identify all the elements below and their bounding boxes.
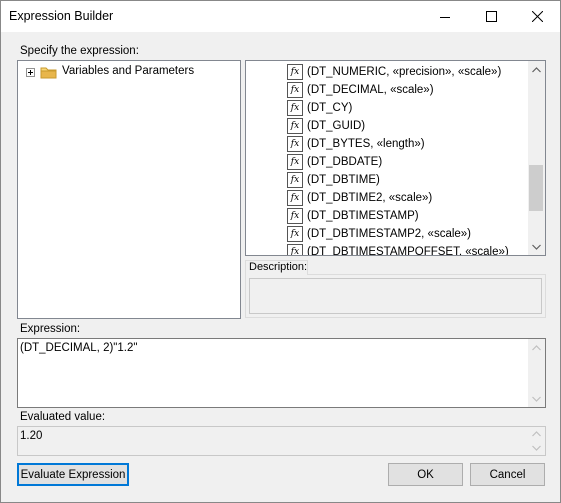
fx-icon: fx bbox=[287, 226, 303, 242]
function-item[interactable]: fx (DT_BYTES, «length») bbox=[287, 135, 425, 153]
folder-icon bbox=[40, 67, 57, 79]
fx-icon: fx bbox=[287, 190, 303, 206]
scroll-down-button[interactable] bbox=[528, 238, 545, 255]
chevron-up-icon bbox=[532, 66, 541, 72]
minimize-button[interactable] bbox=[422, 1, 468, 32]
scroll-thumb[interactable] bbox=[529, 165, 543, 211]
function-item[interactable]: fx (DT_DBTIME2, «scale») bbox=[287, 189, 432, 207]
evaluated-scrollbar bbox=[528, 427, 545, 455]
scroll-up-button[interactable] bbox=[528, 61, 545, 78]
function-item[interactable]: fx (DT_DECIMAL, «scale») bbox=[287, 81, 434, 99]
function-item[interactable]: fx (DT_CY) bbox=[287, 99, 352, 117]
expression-input[interactable]: (DT_DECIMAL, 2)"1.2" bbox=[17, 338, 546, 408]
expression-builder-dialog: Expression Builder Specify the expressio… bbox=[0, 0, 561, 503]
functions-list[interactable]: fx (DT_NUMERIC, «precision», «scale») fx(… bbox=[245, 60, 546, 256]
evaluated-value-label: Evaluated value: bbox=[20, 411, 106, 423]
close-button[interactable] bbox=[514, 1, 560, 32]
fx-icon: fx bbox=[287, 100, 303, 116]
evaluate-expression-button[interactable]: Evaluate Expression bbox=[17, 463, 129, 486]
close-icon bbox=[531, 11, 543, 22]
functions-scrollbar[interactable] bbox=[528, 61, 545, 255]
fx-icon: fx bbox=[287, 244, 303, 255]
fx-icon: fx bbox=[287, 118, 303, 134]
fx-icon: fx bbox=[287, 136, 303, 152]
scroll-up-button[interactable] bbox=[528, 339, 545, 356]
maximize-icon bbox=[485, 11, 497, 22]
variables-tree[interactable]: Variables and Parameters bbox=[17, 60, 241, 319]
expression-label: Expression: bbox=[20, 323, 81, 335]
title-bar: Expression Builder bbox=[1, 1, 560, 32]
chevron-down-icon bbox=[532, 244, 541, 250]
cancel-button[interactable]: Cancel bbox=[470, 463, 545, 486]
chevron-up-icon bbox=[532, 344, 541, 350]
window-title: Expression Builder bbox=[9, 9, 114, 23]
tree-item-label: Variables and Parameters bbox=[62, 65, 195, 77]
chevron-up-icon bbox=[532, 431, 541, 437]
fx-icon: fx bbox=[287, 172, 303, 188]
fx-icon: fx bbox=[287, 208, 303, 224]
description-label: Description: bbox=[245, 260, 308, 275]
function-item[interactable]: fx (DT_GUID) bbox=[287, 117, 365, 135]
function-item[interactable]: fx (DT_DBTIME) bbox=[287, 171, 380, 189]
expression-scrollbar[interactable] bbox=[528, 339, 545, 407]
chevron-down-icon bbox=[532, 445, 541, 451]
description-box bbox=[249, 278, 542, 314]
scroll-down-button bbox=[528, 441, 545, 455]
evaluated-value-box: 1.20 bbox=[17, 426, 546, 456]
function-item[interactable]: fx (DT_DBTIMESTAMP2, «scale») bbox=[287, 225, 471, 243]
expand-icon[interactable] bbox=[26, 68, 35, 77]
functions-list-content: fx (DT_NUMERIC, «precision», «scale») fx(… bbox=[246, 61, 529, 255]
scroll-up-button bbox=[528, 427, 545, 441]
specify-expression-label: Specify the expression: bbox=[20, 45, 139, 57]
fx-icon: fx bbox=[287, 82, 303, 98]
scroll-down-button[interactable] bbox=[528, 390, 545, 407]
function-item[interactable]: fx (DT_NUMERIC, «precision», «scale») bbox=[287, 63, 501, 81]
function-item[interactable]: fx (DT_DBDATE) bbox=[287, 153, 382, 171]
fx-icon: fx bbox=[287, 64, 303, 80]
evaluated-value-text: 1.20 bbox=[20, 430, 43, 442]
maximize-button[interactable] bbox=[468, 1, 514, 32]
minimize-icon bbox=[440, 16, 450, 18]
function-item[interactable]: fx (DT_DBTIMESTAMP) bbox=[287, 207, 419, 225]
function-item[interactable]: fx (DT_DBTIMESTAMPOFFSET, «scale») bbox=[287, 243, 509, 255]
ok-button[interactable]: OK bbox=[388, 463, 463, 486]
fx-icon: fx bbox=[287, 154, 303, 170]
chevron-down-icon bbox=[532, 396, 541, 402]
expression-text: (DT_DECIMAL, 2)"1.2" bbox=[20, 342, 138, 354]
